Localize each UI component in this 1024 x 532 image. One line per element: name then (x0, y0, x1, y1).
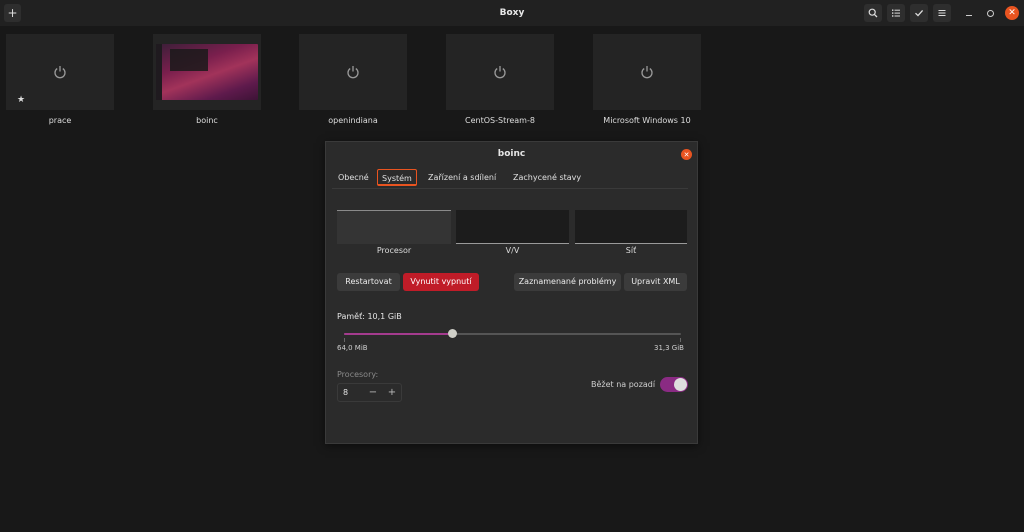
cpus-label: Procesory: (337, 370, 379, 379)
search-button[interactable] (864, 4, 882, 22)
io-graph-label: V/V (505, 246, 520, 255)
power-icon (641, 66, 653, 79)
run-in-background-label: Běžet na pozadí (591, 380, 656, 389)
close-icon: ✕ (1008, 8, 1016, 18)
properties-dialog: boinc ✕ Obecné Systém Zařízení a sdílení… (325, 141, 698, 444)
tab-bar: Obecné Systém Zařízení a sdílení Zachyce… (332, 168, 688, 189)
main-menu-button[interactable] (933, 4, 951, 22)
cpus-increment-button[interactable]: + (385, 384, 399, 401)
machine-thumbnail[interactable] (299, 34, 407, 110)
tab-devices-sharing[interactable]: Zařízení a sdílení (424, 169, 500, 186)
dialog-close-button[interactable]: ✕ (681, 149, 692, 160)
search-icon (868, 8, 878, 18)
switch-knob (674, 378, 687, 391)
selection-mode-button[interactable] (910, 4, 928, 22)
tab-snapshots[interactable]: Zachycené stavy (509, 169, 585, 186)
cpu-graph (337, 210, 451, 244)
machine-tile-centos[interactable]: CentOS-Stream-8 (446, 34, 554, 125)
machine-name: Microsoft Windows 10 (603, 116, 691, 125)
plus-icon: + (7, 6, 18, 20)
memory-slider-fill (344, 333, 452, 335)
machine-name: openindiana (328, 116, 378, 125)
cpus-decrement-button[interactable]: − (366, 384, 380, 401)
maximize-icon (986, 9, 994, 17)
power-icon (347, 66, 359, 79)
run-in-background-switch[interactable] (660, 377, 688, 392)
tab-system[interactable]: Systém (377, 169, 417, 186)
network-graph-label: Síť (625, 246, 637, 255)
memory-slider-handle[interactable] (447, 329, 457, 338)
machine-thumbnail[interactable]: ★ (6, 34, 114, 110)
machine-tile-openindiana[interactable]: openindiana (299, 34, 407, 125)
memory-min-label: 64,0 MiB (337, 344, 368, 352)
minimize-button[interactable] (962, 6, 976, 20)
favorite-star-icon: ★ (17, 95, 26, 105)
memory-slider[interactable] (344, 329, 681, 338)
machine-tile-windows[interactable]: Microsoft Windows 10 (593, 34, 701, 125)
close-icon: ✕ (683, 150, 690, 159)
io-graph (456, 210, 569, 244)
close-button[interactable]: ✕ (1005, 6, 1019, 20)
memory-max-label: 31,3 GiB (654, 344, 684, 352)
menu-icon (938, 10, 946, 16)
slider-min-tick (344, 338, 345, 342)
machine-thumbnail[interactable] (446, 34, 554, 110)
cpus-value[interactable]: 8 (343, 384, 348, 401)
select-list-icon (892, 9, 900, 17)
machine-tile-boinc[interactable]: boinc (153, 34, 261, 125)
tab-general[interactable]: Obecné (334, 169, 373, 186)
machine-name: CentOS-Stream-8 (465, 116, 535, 125)
machine-name: prace (48, 116, 72, 125)
maximize-button[interactable] (983, 6, 997, 20)
logged-problems-button[interactable]: Zaznamenané problémy (514, 273, 621, 291)
machine-thumbnail[interactable] (153, 34, 261, 110)
machine-tile-prace[interactable]: ★ prace (6, 34, 114, 125)
memory-label: Paměť: 10,1 GiB (337, 312, 402, 321)
view-list-button[interactable] (887, 4, 905, 22)
edit-xml-button[interactable]: Upravit XML (624, 273, 687, 291)
live-screenshot-image (156, 44, 258, 100)
slider-max-tick (680, 338, 681, 342)
new-machine-button[interactable]: + (4, 4, 21, 22)
power-icon (494, 66, 506, 79)
header-bar: + Boxy ✕ (0, 0, 1024, 26)
machine-name: boinc (196, 116, 218, 125)
checkmark-icon (915, 9, 924, 17)
cpus-spinbutton[interactable]: 8 − + (337, 383, 402, 402)
force-shutdown-button[interactable]: Vynutit vypnutí (403, 273, 479, 291)
cpu-graph-label: Procesor (376, 246, 412, 255)
network-graph (575, 210, 687, 244)
restart-button[interactable]: Restartovat (337, 273, 400, 291)
minimize-icon (966, 14, 972, 16)
machine-thumbnail[interactable] (593, 34, 701, 110)
dialog-title: boinc (497, 149, 526, 159)
power-icon (54, 66, 66, 79)
